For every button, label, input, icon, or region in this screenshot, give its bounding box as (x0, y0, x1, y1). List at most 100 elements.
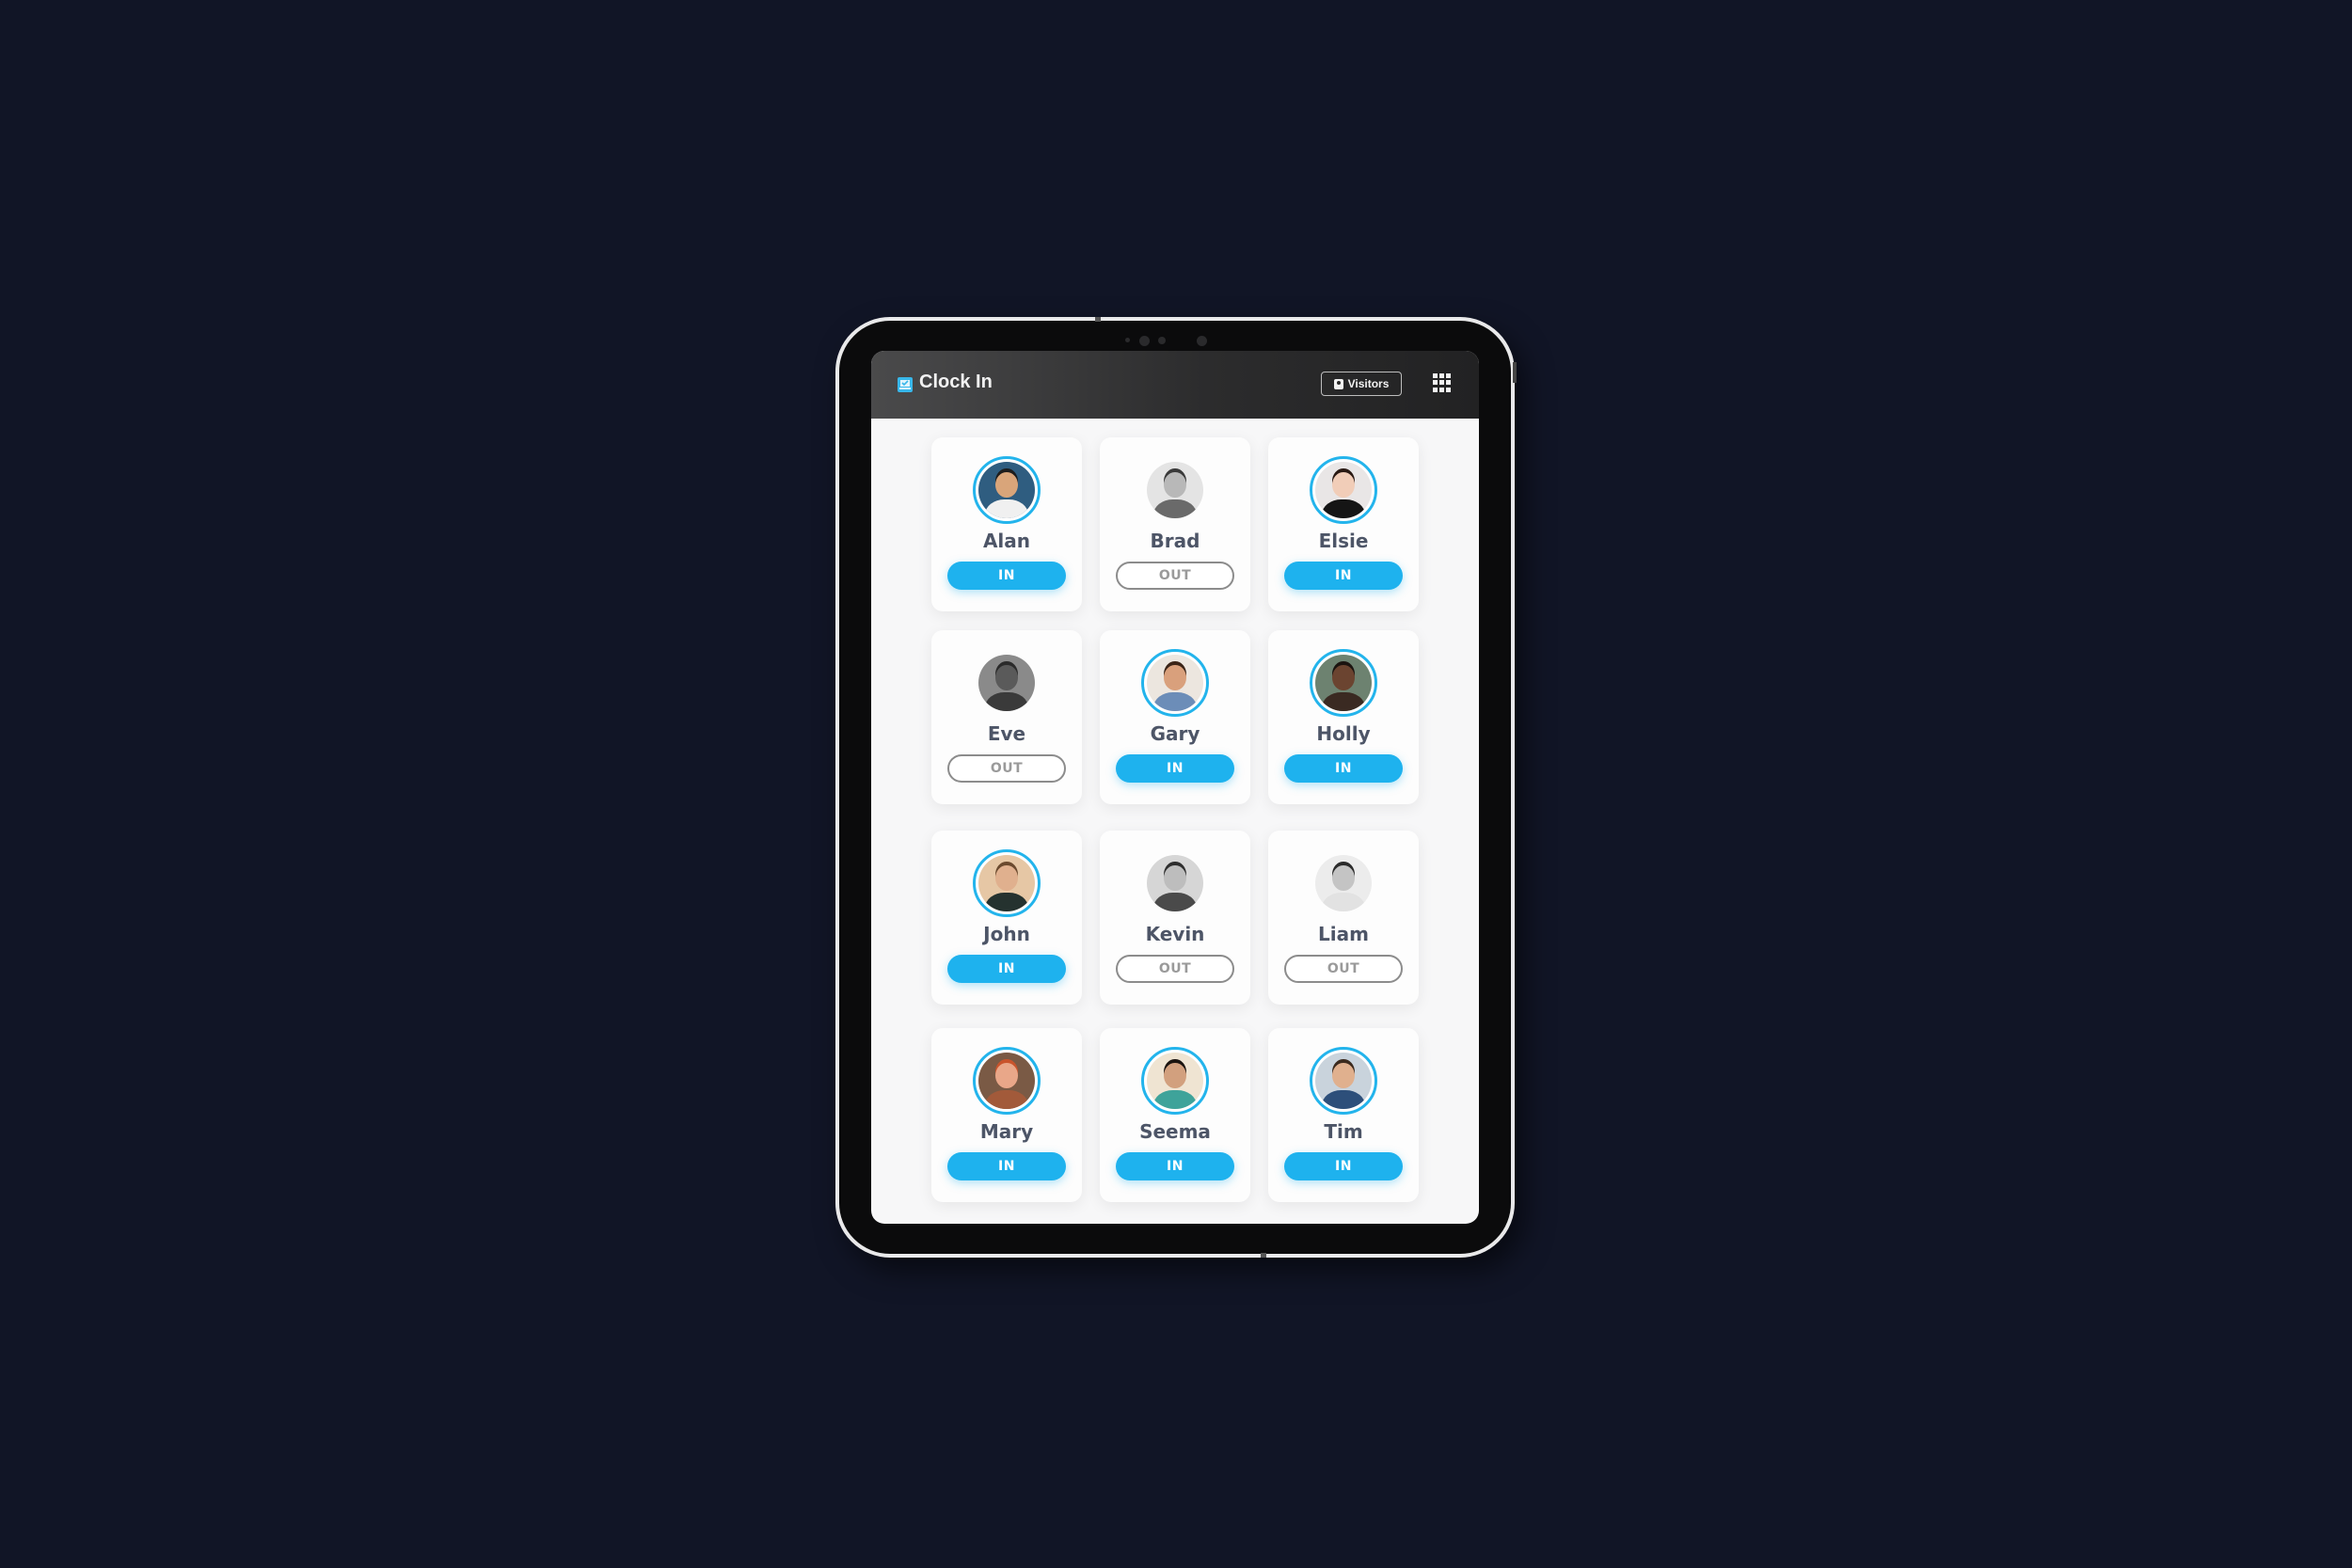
employee-card-tim[interactable]: Tim IN (1268, 1028, 1419, 1202)
employee-card-liam[interactable]: Liam OUT (1268, 831, 1419, 1005)
employee-card-gary[interactable]: Gary IN (1100, 630, 1250, 804)
avatar (1315, 462, 1372, 518)
avatar (978, 462, 1035, 518)
avatar-ring (973, 649, 1041, 717)
avatar-ring (973, 456, 1041, 524)
grid-menu-icon[interactable] (1433, 373, 1452, 392)
employee-card-john[interactable]: John IN (931, 831, 1082, 1005)
avatar-ring (1141, 849, 1209, 917)
avatar-ring (1141, 649, 1209, 717)
avatar (1147, 462, 1203, 518)
avatar-ring (1310, 649, 1377, 717)
employee-name: Gary (1150, 722, 1200, 745)
avatar-head (1164, 664, 1186, 691)
avatar-body (985, 691, 1028, 711)
avatar-head (1164, 1062, 1186, 1089)
sensor-icon (1158, 337, 1166, 344)
avatar-body (1322, 499, 1365, 518)
visitors-button[interactable]: Visitors (1321, 372, 1402, 396)
employee-name: Holly (1316, 722, 1371, 745)
avatar (1315, 655, 1372, 711)
employee-name: Liam (1318, 923, 1369, 945)
avatar-head (995, 664, 1018, 691)
avatar-head (1164, 864, 1186, 892)
avatar-ring (973, 849, 1041, 917)
avatar-body (985, 1089, 1028, 1109)
employee-name: John (983, 923, 1030, 945)
avatar (1147, 1053, 1203, 1109)
app-header: Clock In Visitors (871, 351, 1479, 419)
avatar-ring (1141, 456, 1209, 524)
tablet-device: Clock In Visitors Alan IN Brad OUT Elsie… (835, 317, 1517, 1258)
avatar-head (1332, 1062, 1355, 1089)
clock-out-button[interactable]: OUT (1284, 955, 1403, 983)
avatar-head (995, 1062, 1018, 1089)
sensor-icon (1197, 336, 1207, 346)
avatar-ring (1310, 849, 1377, 917)
employee-name: Seema (1139, 1120, 1211, 1143)
avatar-head (1332, 664, 1355, 691)
avatar-body (1153, 691, 1197, 711)
avatar-head (1332, 471, 1355, 499)
avatar (1315, 1053, 1372, 1109)
avatar-ring (973, 1047, 1041, 1115)
avatar-head (1332, 864, 1355, 892)
employee-name: Eve (987, 722, 1026, 745)
sensor-icon (1125, 338, 1130, 342)
clock-in-button[interactable]: IN (1116, 754, 1234, 783)
employee-card-eve[interactable]: Eve OUT (931, 630, 1082, 804)
avatar-body (985, 499, 1028, 518)
avatar-body (1153, 892, 1197, 911)
employee-name: Brad (1150, 530, 1200, 552)
clock-in-button[interactable]: IN (1284, 1152, 1403, 1180)
id-badge-icon (1333, 378, 1343, 389)
avatar-ring (1310, 1047, 1377, 1115)
avatar-body (1153, 1089, 1197, 1109)
avatar-head (1164, 471, 1186, 499)
employee-name: Kevin (1145, 923, 1205, 945)
avatar-body (985, 892, 1028, 911)
avatar (978, 1053, 1035, 1109)
avatar (1147, 855, 1203, 911)
app-title: Clock In (919, 372, 993, 392)
app-screen: Clock In Visitors Alan IN Brad OUT Elsie… (871, 351, 1479, 1224)
employee-name: Elsie (1318, 530, 1369, 552)
avatar-body (1153, 499, 1197, 518)
power-button (1513, 362, 1517, 383)
clock-in-button[interactable]: IN (1284, 754, 1403, 783)
clock-in-button[interactable]: IN (1116, 1152, 1234, 1180)
avatar (978, 655, 1035, 711)
avatar (978, 855, 1035, 911)
avatar-ring (1310, 456, 1377, 524)
employee-card-kevin[interactable]: Kevin OUT (1100, 831, 1250, 1005)
avatar (1315, 855, 1372, 911)
clock-in-button[interactable]: IN (947, 955, 1066, 983)
antenna-line (1095, 317, 1101, 322)
clock-in-button[interactable]: IN (1284, 562, 1403, 590)
camera-icon (1139, 336, 1150, 346)
employee-card-holly[interactable]: Holly IN (1268, 630, 1419, 804)
employee-card-seema[interactable]: Seema IN (1100, 1028, 1250, 1202)
employee-name: Tim (1324, 1120, 1363, 1143)
avatar (1147, 655, 1203, 711)
clipboard-check-icon (898, 377, 913, 392)
clock-out-button[interactable]: OUT (1116, 562, 1234, 590)
employee-card-brad[interactable]: Brad OUT (1100, 437, 1250, 611)
camera-bar (839, 334, 1511, 349)
avatar-ring (1141, 1047, 1209, 1115)
avatar-body (1322, 691, 1365, 711)
visitors-button-label: Visitors (1347, 377, 1390, 390)
avatar-head (995, 471, 1018, 499)
avatar-body (1322, 1089, 1365, 1109)
avatar-body (1322, 892, 1365, 911)
employee-name: Mary (979, 1120, 1034, 1143)
employee-card-mary[interactable]: Mary IN (931, 1028, 1082, 1202)
clock-in-button[interactable]: IN (947, 562, 1066, 590)
employee-card-alan[interactable]: Alan IN (931, 437, 1082, 611)
antenna-line (1261, 1253, 1266, 1258)
avatar-head (995, 864, 1018, 892)
clock-out-button[interactable]: OUT (947, 754, 1066, 783)
clock-in-button[interactable]: IN (947, 1152, 1066, 1180)
employee-card-elsie[interactable]: Elsie IN (1268, 437, 1419, 611)
clock-out-button[interactable]: OUT (1116, 955, 1234, 983)
